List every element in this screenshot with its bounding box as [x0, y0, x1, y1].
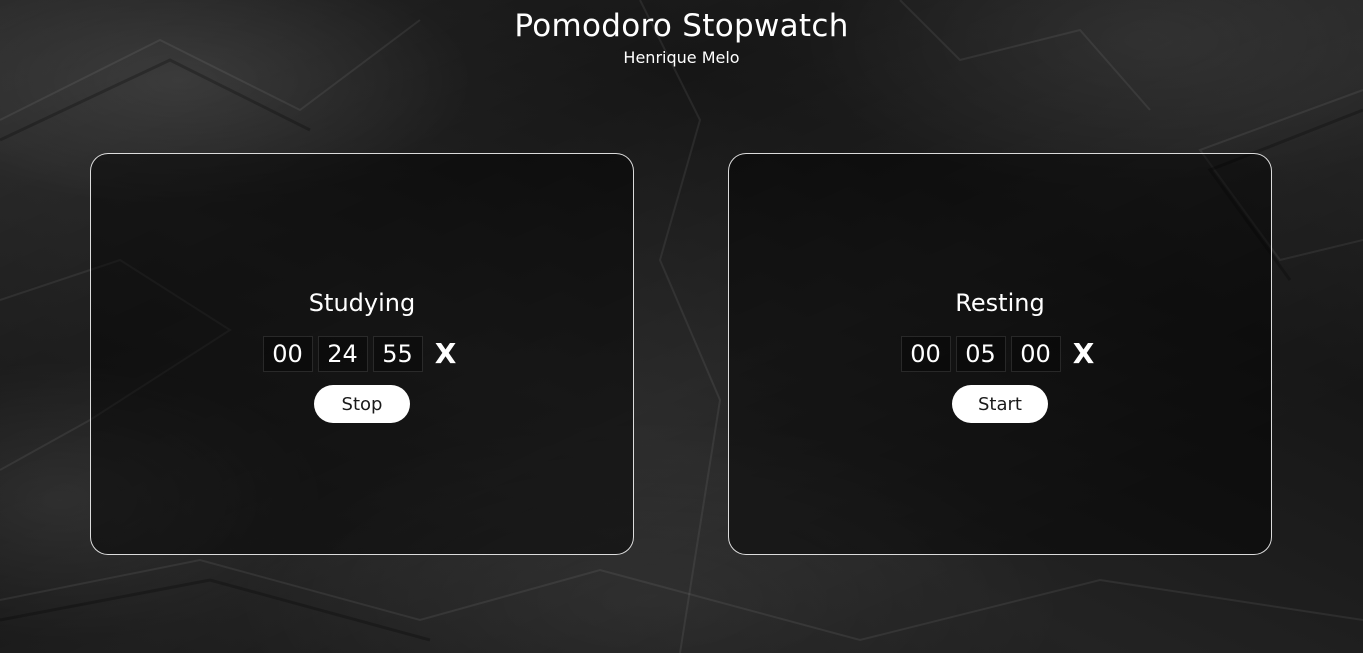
studying-seconds-field[interactable] — [372, 336, 423, 372]
resting-reset-x-icon[interactable]: X — [1068, 336, 1100, 372]
resting-panel: Resting X Start — [728, 153, 1272, 555]
resting-seconds-field[interactable] — [1010, 336, 1061, 372]
studying-controls: Stop — [91, 385, 633, 423]
header: Pomodoro Stopwatch Henrique Melo — [0, 0, 1363, 71]
resting-timer: X — [729, 335, 1271, 373]
resting-minutes-field[interactable] — [955, 336, 1006, 372]
studying-reset-x-icon[interactable]: X — [430, 336, 462, 372]
studying-panel: Studying X Stop — [90, 153, 634, 555]
studying-timer: X — [91, 335, 633, 373]
studying-minutes-field[interactable] — [317, 336, 368, 372]
author-name: Henrique Melo — [623, 48, 740, 67]
resting-start-button[interactable]: Start — [952, 385, 1048, 423]
studying-stop-button[interactable]: Stop — [314, 385, 410, 423]
studying-title: Studying — [308, 289, 416, 317]
resting-panel-content: Resting X Start — [729, 284, 1271, 423]
studying-panel-content: Studying X Stop — [91, 284, 633, 423]
app-title: Pomodoro Stopwatch — [514, 8, 849, 44]
studying-hours-field[interactable] — [262, 336, 313, 372]
resting-controls: Start — [729, 385, 1271, 423]
resting-title: Resting — [955, 289, 1045, 317]
resting-hours-field[interactable] — [900, 336, 951, 372]
